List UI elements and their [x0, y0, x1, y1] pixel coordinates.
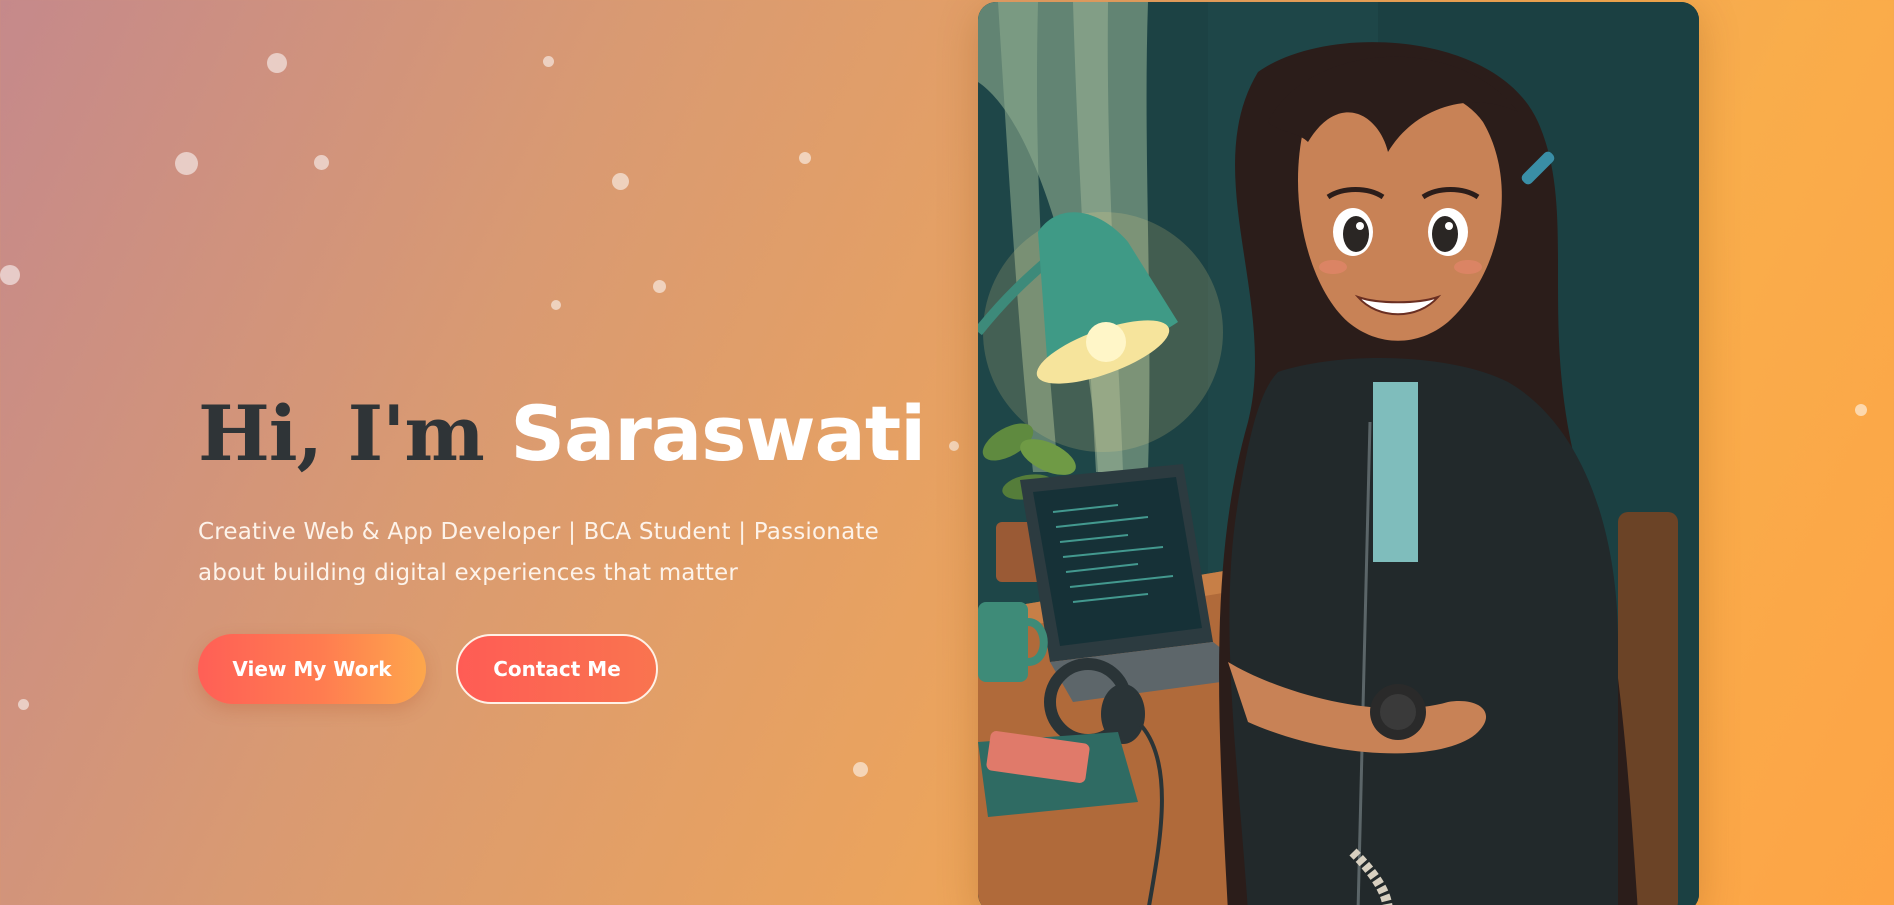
hero-section: Hi, I'm Saraswati Creative Web & App Dev… — [198, 392, 958, 704]
particle-dot — [1855, 404, 1867, 416]
particle-dot — [799, 152, 811, 164]
particle-dot — [612, 173, 629, 190]
particle-dot — [314, 155, 329, 170]
hero-buttons: View My Work Contact Me — [198, 634, 958, 704]
particle-dot — [18, 699, 29, 710]
hero-greeting: Hi, I'm — [198, 389, 485, 478]
particle-dot — [267, 53, 287, 73]
particle-dot — [175, 152, 198, 175]
contact-me-button[interactable]: Contact Me — [456, 634, 658, 704]
particle-dot — [653, 280, 666, 293]
hero-name: Saraswati — [510, 389, 926, 478]
particle-dot — [551, 300, 561, 310]
particle-dot — [543, 56, 554, 67]
hero-title: Hi, I'm Saraswati — [198, 392, 958, 476]
view-my-work-button[interactable]: View My Work — [198, 634, 426, 704]
profile-illustration — [978, 2, 1699, 905]
particle-dot — [0, 265, 20, 285]
hero-tagline: Creative Web & App Developer | BCA Stude… — [198, 519, 879, 586]
particle-dot — [853, 762, 868, 777]
